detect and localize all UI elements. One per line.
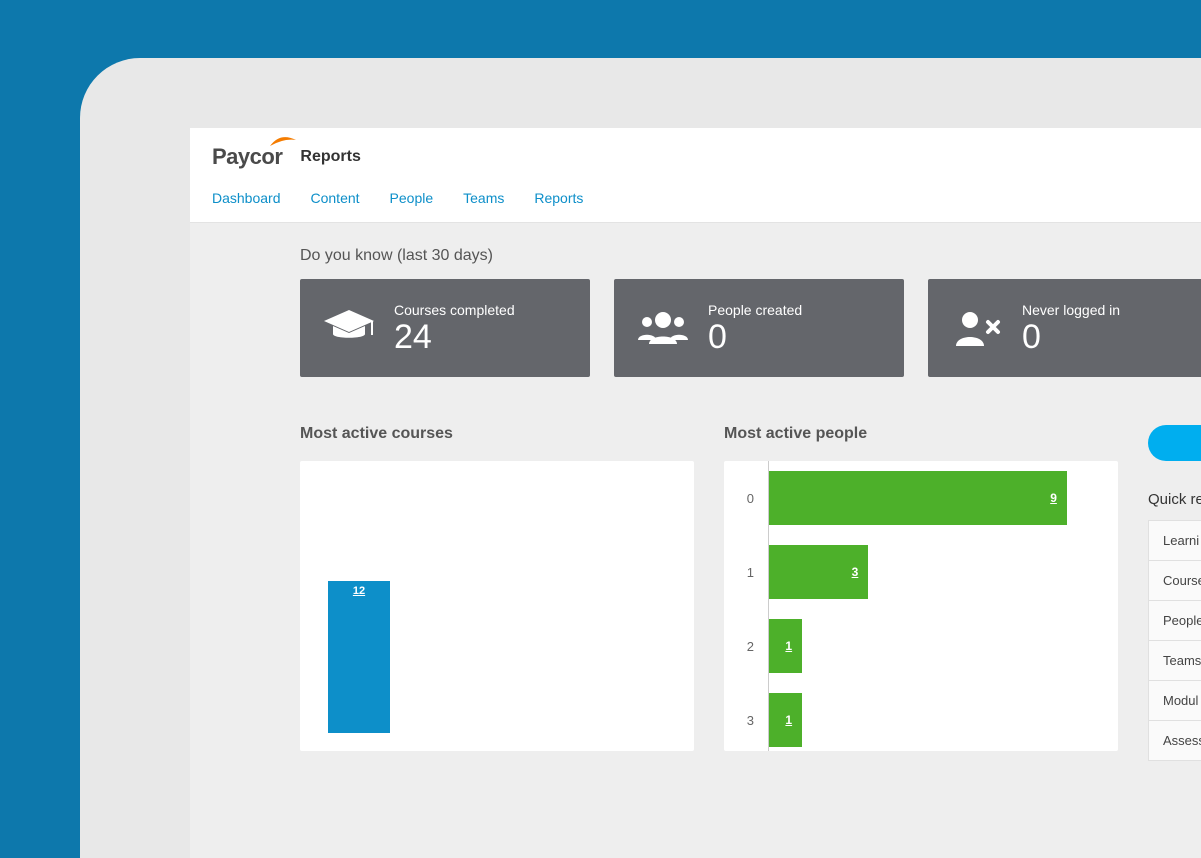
person-x-icon (950, 308, 1004, 348)
card-never-logged-in[interactable]: Never logged in 0 (928, 279, 1201, 377)
card-label: Courses completed (394, 302, 515, 318)
graduation-cap-icon (322, 308, 376, 348)
page-title: Reports (300, 148, 360, 166)
bar-value-label: 1 (785, 639, 792, 653)
paycor-logo: Paycor (212, 144, 282, 170)
card-label: Never logged in (1022, 302, 1120, 318)
section-label: Do you know (last 30 days) (300, 247, 1201, 265)
card-value: 24 (394, 320, 515, 354)
chart-row: 31 (742, 683, 1100, 751)
card-people-created[interactable]: People created 0 (614, 279, 904, 377)
panels-row: Most active courses 12 Most active peopl… (300, 425, 1201, 761)
chart-row: 09 (742, 461, 1100, 535)
bar-value-label: 3 (852, 565, 859, 579)
quick-report-item[interactable]: Modul (1148, 681, 1201, 721)
chart-bar[interactable]: 1 (769, 693, 802, 747)
main-nav: Dashboard Content People Teams Reports (190, 180, 1201, 223)
card-value: 0 (1022, 320, 1120, 354)
nav-reports[interactable]: Reports (534, 190, 583, 206)
chart-row: 13 (742, 535, 1100, 609)
quick-report-item[interactable]: Teams (1148, 641, 1201, 681)
side-column: Quick re Learni Course People Teams Modu… (1148, 425, 1201, 761)
card-value: 0 (708, 320, 802, 354)
card-courses-completed[interactable]: Courses completed 24 (300, 279, 590, 377)
y-axis-label: 2 (742, 639, 754, 654)
bar-value-label: 1 (785, 713, 792, 727)
panel-title: Most active people (724, 425, 1118, 443)
nav-teams[interactable]: Teams (463, 190, 504, 206)
logo-swoosh-icon (270, 136, 296, 148)
nav-people[interactable]: People (390, 190, 434, 206)
card-label: People created (708, 302, 802, 318)
chart-bar[interactable]: 12 (328, 581, 390, 733)
y-axis-label: 1 (742, 565, 754, 580)
app-screen: Paycor Reports Dashboard Content People … (190, 128, 1201, 858)
y-axis-label: 3 (742, 713, 754, 728)
content-area: Do you know (last 30 days) Courses compl… (190, 223, 1201, 858)
quick-report-item[interactable]: Learni (1148, 520, 1201, 561)
quick-report-item[interactable]: Course (1148, 561, 1201, 601)
people-chart: 09132131 (724, 461, 1118, 751)
y-axis-label: 0 (742, 491, 754, 506)
nav-dashboard[interactable]: Dashboard (212, 190, 281, 206)
action-button[interactable] (1148, 425, 1201, 461)
quick-report-item[interactable]: Assess (1148, 721, 1201, 761)
courses-chart: 12 (300, 461, 694, 751)
most-active-courses-panel: Most active courses 12 (300, 425, 694, 751)
quick-reports-title: Quick re (1148, 491, 1201, 508)
bar-value-label: 9 (1050, 491, 1057, 505)
chart-bar[interactable]: 9 (769, 471, 1067, 525)
panel-title: Most active courses (300, 425, 694, 443)
summary-cards: Courses completed 24 People created (300, 279, 1201, 377)
bar-value-label: 12 (328, 581, 390, 597)
header: Paycor Reports (190, 128, 1201, 180)
chart-bar[interactable]: 3 (769, 545, 868, 599)
chart-row: 21 (742, 609, 1100, 683)
chart-bar[interactable]: 1 (769, 619, 802, 673)
people-group-icon (636, 308, 690, 348)
device-frame: Paycor Reports Dashboard Content People … (80, 58, 1201, 858)
nav-content[interactable]: Content (311, 190, 360, 206)
quick-report-item[interactable]: People (1148, 601, 1201, 641)
most-active-people-panel: Most active people 09132131 (724, 425, 1118, 751)
quick-reports-list: Learni Course People Teams Modul Assess (1148, 520, 1201, 761)
